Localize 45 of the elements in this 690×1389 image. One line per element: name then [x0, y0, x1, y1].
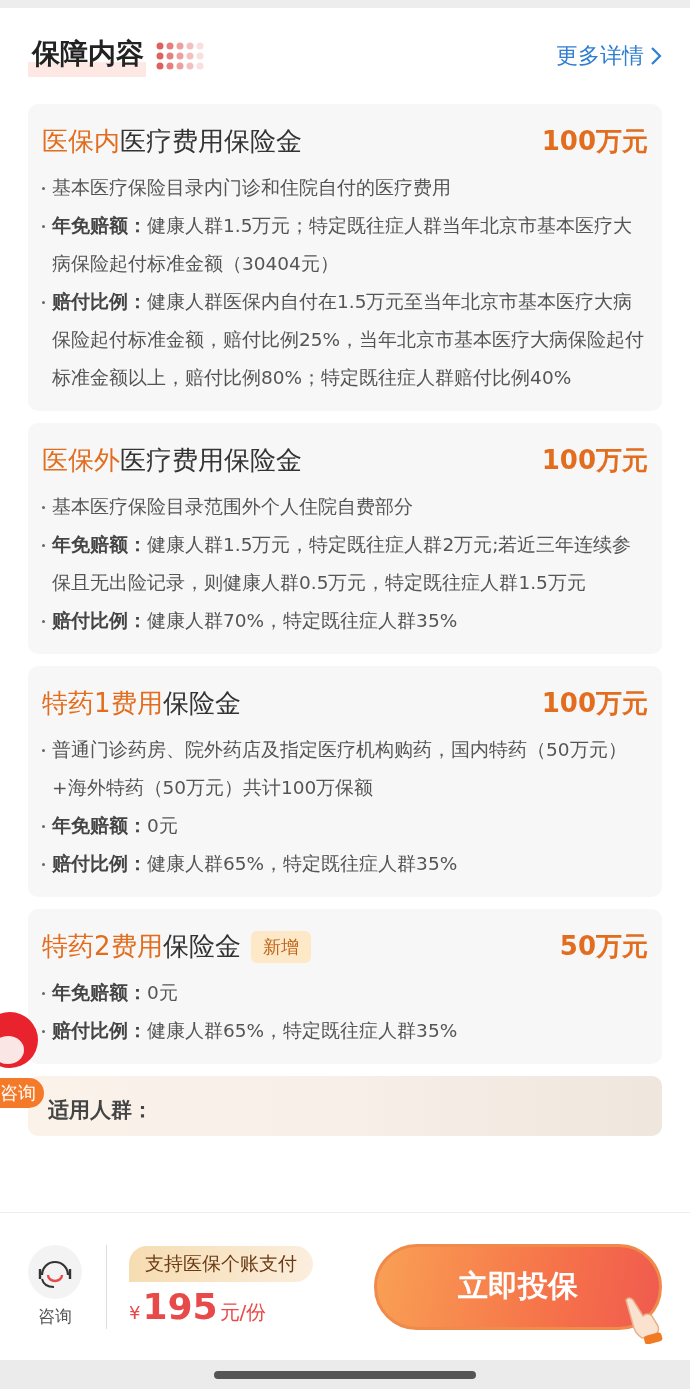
coverage-detail: 赔付比例：健康人群65%，特定既往症人群35%: [52, 1019, 458, 1043]
coverage-title: 特药1费用保险金: [42, 687, 241, 720]
coverage-detail: 年免赔额：0元: [52, 814, 178, 838]
home-indicator[interactable]: [214, 1370, 476, 1379]
applicable-label: 适用人群：: [48, 1098, 153, 1122]
coverage-detail: 赔付比例：健康人群医保内自付在1.5万元至当年北京市基本医疗大病保险起付标准金额，赔付比例25%，当年北京市基本医疗大病保险起付标准金额以上，赔付比例80%；特定既往症人群赔付比例40%: [52, 290, 646, 390]
payment-note: 支持医保个账支付: [129, 1246, 313, 1282]
coverage-amount: 100万元: [541, 687, 648, 720]
coverage-detail: 年免赔额：健康人群1.5万元；特定既往症人群当年北京市基本医疗大病保险起付标准金额（30404元）: [52, 214, 634, 276]
price-unit: 元/份: [219, 1299, 267, 1326]
price: 195: [142, 1286, 218, 1327]
coverage-amount: 100万元: [541, 444, 648, 477]
coverage-amount: 100万元: [541, 125, 648, 158]
dots-icon: [156, 41, 204, 71]
section-title: 保障内容: [28, 35, 146, 77]
coverage-detail: 年免赔额：0元: [52, 981, 178, 1005]
coverage-title: 医保外医疗费用保险金: [42, 444, 302, 477]
headset-icon[interactable]: [28, 1245, 82, 1299]
coverage-amount: 50万元: [559, 930, 648, 963]
more-details-link[interactable]: 更多详情: [556, 41, 662, 71]
bullet-icon: [42, 186, 45, 190]
bullet-icon: [42, 862, 45, 866]
chevron-right-icon: [650, 46, 662, 66]
coverage-detail: 年免赔额：健康人群1.5万元，特定既往症人群2万元;若近三年连续参保且无出险记录，则健康人群0.5万元，特定既往症人群1.5万元: [52, 533, 633, 595]
buy-button[interactable]: 立即投保: [374, 1243, 662, 1330]
coverage-detail: 基本医疗保险目录内门诊和住院自付的医疗费用: [52, 176, 451, 200]
new-tag: 新增: [250, 930, 311, 963]
bullet-icon: [42, 300, 45, 304]
bullet-icon: [42, 505, 45, 509]
bullet-icon: [42, 748, 45, 752]
coverage-detail: 基本医疗保险目录范围外个人住院自费部分: [52, 495, 413, 519]
coverage-detail: 赔付比例：健康人群65%，特定既往症人群35%: [52, 852, 458, 876]
bullet-icon: [42, 619, 45, 623]
consult-label[interactable]: 咨询: [38, 1305, 72, 1328]
coverage-title: 特药2费用保险金: [42, 930, 241, 963]
coverage-title: 医保内医疗费用保险金: [42, 125, 302, 158]
currency-symbol: ¥: [129, 1302, 141, 1323]
consult-badge[interactable]: 咨询: [0, 1078, 44, 1108]
bullet-icon: [42, 991, 45, 995]
coverage-detail: 普通门诊药房、院外药店及指定医疗机构购药，国内特药（50万元）+海外特药（50万元）共计100万保额: [52, 738, 628, 800]
bullet-icon: [42, 224, 45, 228]
bullet-icon: [42, 543, 45, 547]
bullet-icon: [42, 1029, 45, 1033]
coverage-detail: 赔付比例：健康人群70%，特定既往症人群35%: [52, 609, 458, 633]
bullet-icon: [42, 824, 45, 828]
